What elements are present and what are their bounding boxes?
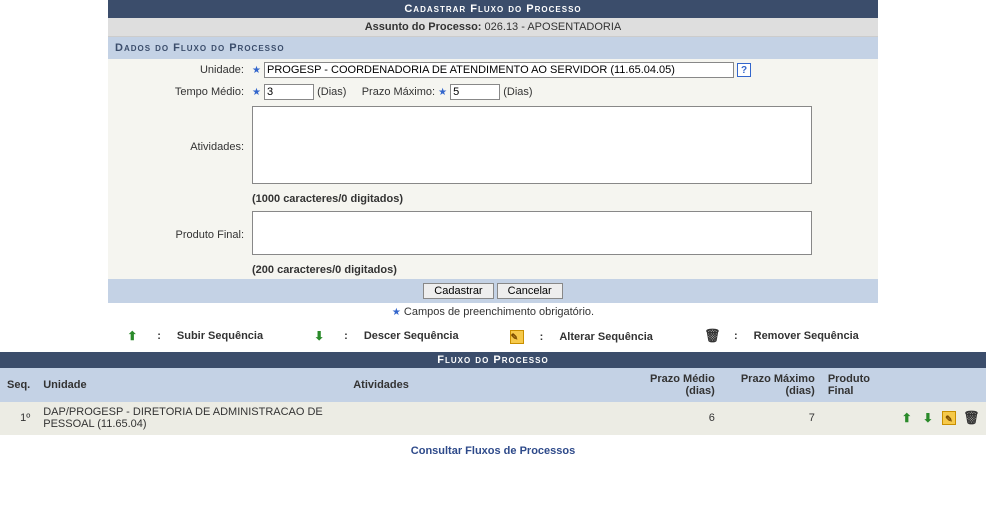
row-remove-icon[interactable]: 🗑 [963,411,977,425]
cell-actions: ⬆ ⬇ ✎ 🗑 [891,402,985,435]
arrow-down-icon: ⬇ [314,329,328,343]
cell-prazo-maximo: 7 [721,402,821,435]
atividades-counter: (1000 caracteres/0 digitados) [252,193,403,205]
unidade-input[interactable] [264,62,734,78]
arrow-up-icon: ⬆ [127,329,141,343]
atividades-textarea[interactable] [252,106,812,184]
remove-icon: 🗑 [704,329,718,343]
button-row: Cadastrar Cancelar [108,279,878,303]
cell-unidade: DAP/PROGESP - DIRETORIA DE ADMINISTRACAO… [37,402,347,435]
dias-label: (Dias) [503,86,532,98]
cell-seq: 1º [1,402,37,435]
dias-label: (Dias) [317,86,346,98]
cell-atividades [347,402,632,435]
grid-title: Fluxo do Processo [0,352,986,368]
page-title: Cadastrar Fluxo do Processo [108,0,878,18]
assunto-bar: Assunto do Processo: 026.13 - APOSENTADO… [108,18,878,37]
atividades-label: Atividades: [108,103,248,190]
prazo-maximo-label: Prazo Máximo: [362,86,435,98]
form-table: Unidade: ★ ? Tempo Médio: ★ (Dias) Prazo… [108,59,878,279]
required-star-icon: ★ [392,307,401,318]
cadastrar-button[interactable]: Cadastrar [423,283,493,299]
cancelar-button[interactable]: Cancelar [497,283,563,299]
assunto-value: 026.13 - APOSENTADORIA [485,21,622,33]
required-star-icon: ★ [252,65,261,76]
col-unidade: Unidade [37,369,347,402]
cell-prazo-medio: 6 [631,402,721,435]
col-prazo-maximo: Prazo Máximo (dias) [721,369,821,402]
table-row: 1º DAP/PROGESP - DIRETORIA DE ADMINISTRA… [1,402,986,435]
unidade-label: Unidade: [108,59,248,81]
required-star-icon: ★ [438,87,447,98]
row-down-icon[interactable]: ⬇ [921,411,935,425]
required-star-icon: ★ [252,87,261,98]
produto-final-label: Produto Final: [108,208,248,261]
tempo-medio-label: Tempo Médio: [108,81,248,103]
consultar-fluxos-link[interactable]: Consultar Fluxos de Processos [411,445,575,457]
footer-link-row: Consultar Fluxos de Processos [0,435,986,467]
produto-final-textarea[interactable] [252,211,812,255]
col-seq: Seq. [1,369,37,402]
fluxo-grid: Seq. Unidade Atividades Prazo Médio (dia… [0,368,986,435]
row-edit-icon[interactable]: ✎ [942,411,956,425]
row-up-icon[interactable]: ⬆ [900,411,914,425]
required-note-text: Campos de preenchimento obrigatório. [404,306,594,318]
prazo-maximo-input[interactable] [450,84,500,100]
col-actions [891,369,985,402]
tempo-medio-input[interactable] [264,84,314,100]
edit-icon: ✎ [510,330,524,344]
help-icon[interactable]: ? [737,63,751,77]
legend-descer: Descer Sequência [364,330,459,342]
cell-produto-final [821,402,891,435]
legend-row: ⬆ : Subir Sequência ⬇ : Descer Sequência… [0,321,986,352]
assunto-label: Assunto do Processo: [365,21,482,33]
required-note: ★ Campos de preenchimento obrigatório. [108,303,878,321]
produto-final-counter: (200 caracteres/0 digitados) [252,264,397,276]
legend-subir: Subir Sequência [177,330,263,342]
col-prazo-medio: Prazo Médio (dias) [631,369,721,402]
legend-alterar: Alterar Sequência [559,331,653,343]
legend-remover: Remover Sequência [754,330,859,342]
col-atividades: Atividades [347,369,632,402]
col-produto-final: Produto Final [821,369,891,402]
section-title: Dados do Fluxo do Processo [108,37,878,59]
